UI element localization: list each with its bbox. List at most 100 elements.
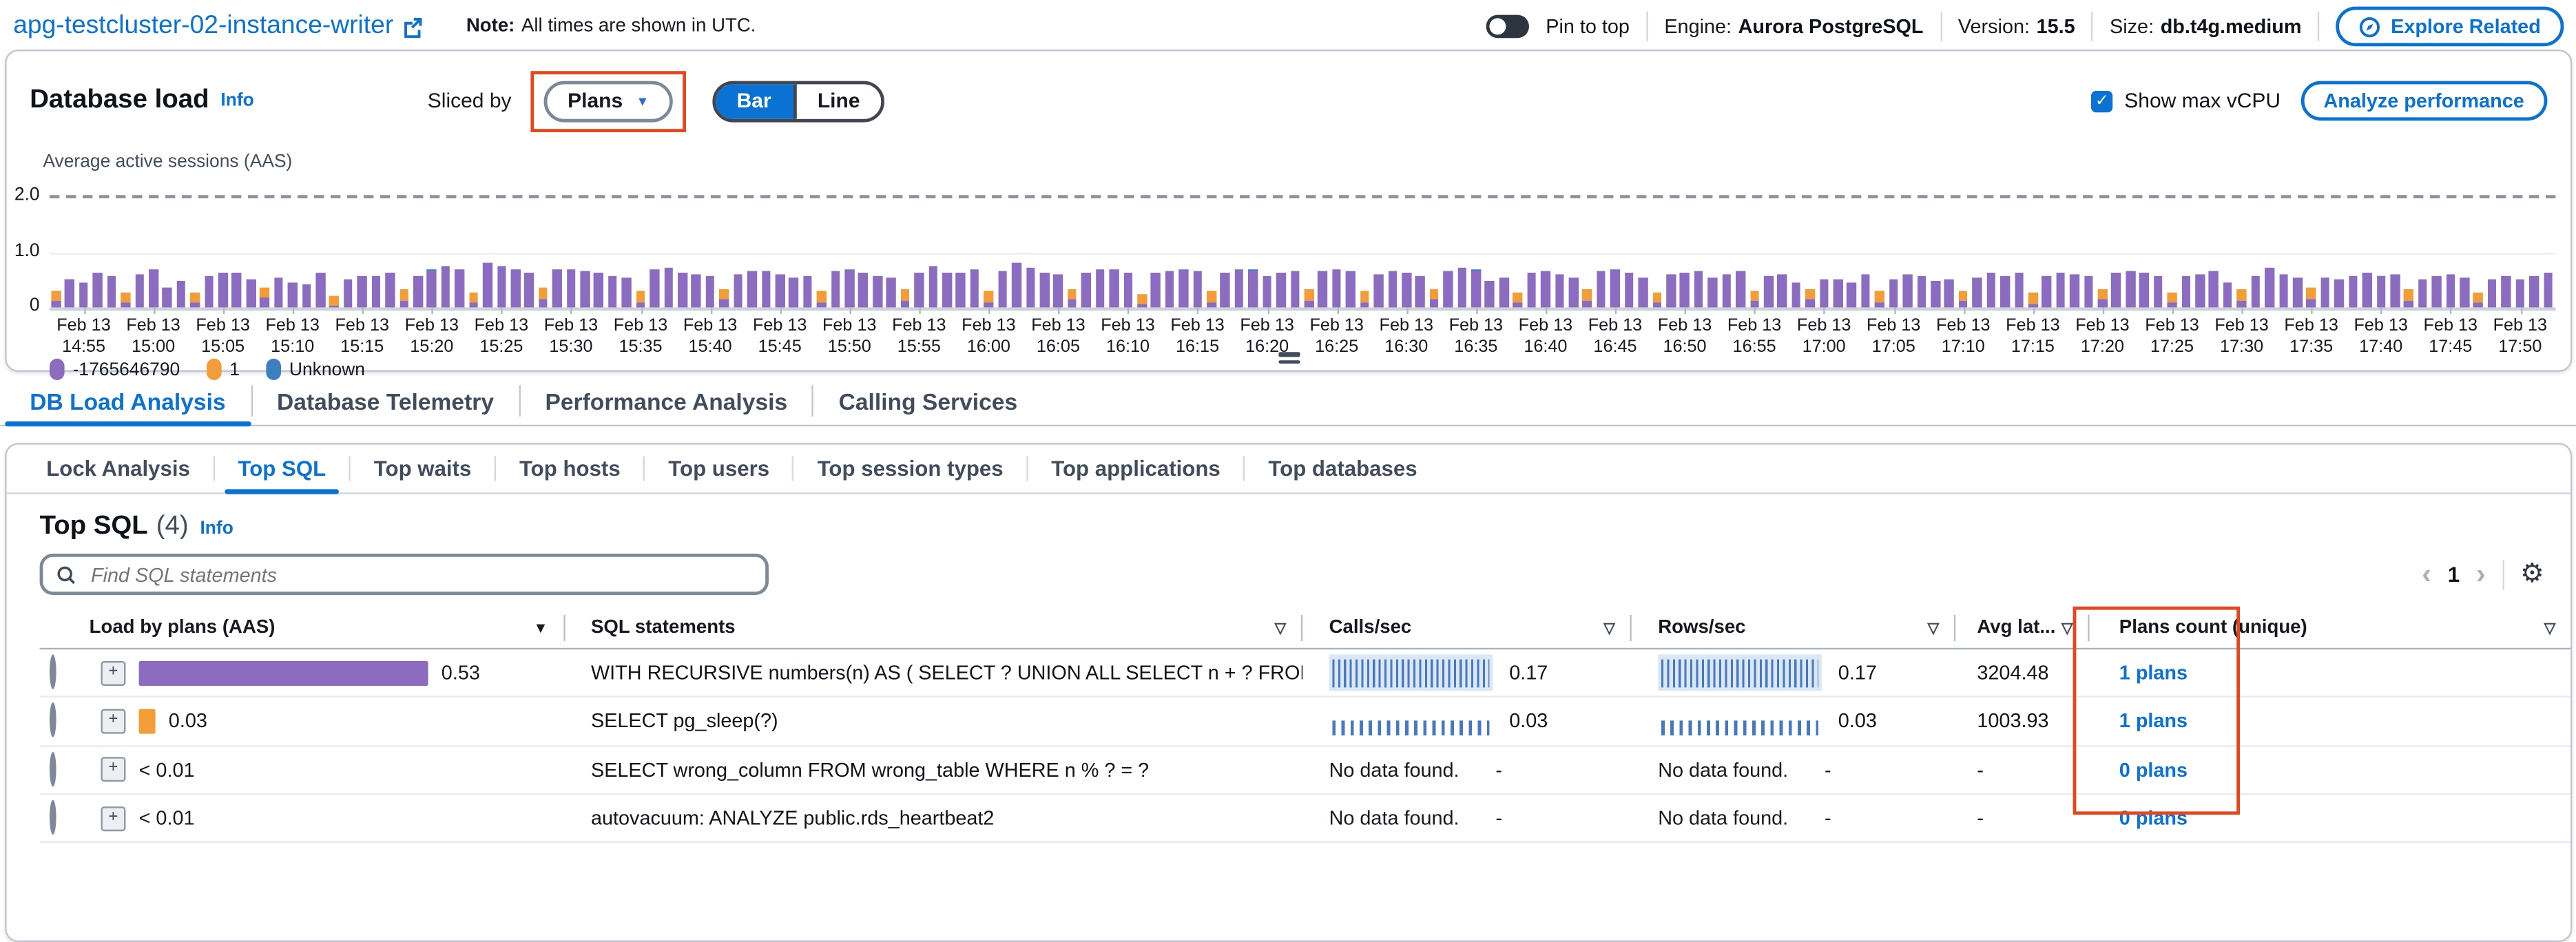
chart-bar[interactable] [2544, 273, 2553, 307]
chart-bar[interactable] [330, 295, 339, 308]
chart-bar[interactable] [998, 271, 1007, 307]
chart-bar[interactable] [288, 283, 297, 307]
chart-bar[interactable] [1068, 289, 1077, 307]
chart-bar[interactable] [608, 275, 617, 308]
chart-bar[interactable] [664, 268, 673, 308]
chart-bar[interactable] [1652, 293, 1661, 308]
chart-bar[interactable] [1123, 273, 1132, 308]
filter-icon[interactable]: ▽ [1928, 619, 1956, 637]
chart-bar[interactable] [1471, 269, 1480, 307]
chart-bar[interactable] [1903, 274, 1912, 307]
chart-bar[interactable] [1917, 275, 1926, 308]
chart-bar[interactable] [260, 288, 269, 307]
chart-bar[interactable] [135, 274, 144, 307]
chart-bar[interactable] [413, 275, 422, 308]
filter-icon[interactable]: ▽ [1603, 619, 1632, 637]
chart-bar[interactable] [1221, 272, 1229, 307]
chart-bar[interactable] [2098, 289, 2107, 307]
chart-bar[interactable] [65, 278, 74, 307]
chart-bar[interactable] [2084, 275, 2093, 308]
chart-bar[interactable] [942, 273, 951, 307]
chart-bar[interactable] [2293, 277, 2302, 307]
explore-related-button[interactable]: Explore Related [2336, 7, 2564, 47]
chart-bar[interactable] [2070, 274, 2079, 307]
sql-search-box[interactable] [40, 554, 769, 595]
chart-bar[interactable] [2376, 275, 2385, 308]
chart-bar[interactable] [2112, 273, 2121, 307]
col-calls-sec[interactable]: Calls/sec ▽ [1302, 608, 1632, 648]
chart-bar[interactable] [1527, 273, 1536, 308]
chart-bar[interactable] [107, 275, 116, 308]
chart-bar[interactable] [1610, 270, 1619, 308]
chart-bar[interactable] [734, 274, 742, 307]
subtab-top-hosts[interactable]: Top hosts [496, 445, 643, 493]
chart-bar[interactable] [1791, 282, 1800, 307]
chart-bar[interactable] [1081, 273, 1090, 307]
chart-bar[interactable] [1374, 274, 1383, 307]
row-radio-button[interactable] [50, 751, 56, 786]
chart-bar[interactable] [399, 289, 408, 308]
tab-calling-services[interactable]: Calling Services [814, 377, 1043, 425]
chart-bar[interactable] [622, 277, 631, 307]
chart-bar[interactable] [121, 292, 129, 308]
chart-bar[interactable] [525, 273, 534, 308]
chart-bar[interactable] [371, 276, 380, 308]
chart-bar[interactable] [2515, 279, 2524, 308]
chart-bar[interactable] [1276, 272, 1285, 307]
chart-bar[interactable] [1541, 271, 1550, 307]
subtab-top-sql[interactable]: Top SQL [215, 445, 349, 493]
chart-bar[interactable] [469, 292, 478, 308]
chart-bar[interactable] [315, 273, 324, 307]
chart-bar[interactable] [984, 291, 993, 307]
chart-bar[interactable] [79, 282, 88, 307]
chart-bar[interactable] [427, 270, 436, 308]
chart-bar[interactable] [720, 289, 729, 307]
col-plans-count[interactable]: Plans count (unique) ▽ [2090, 608, 2573, 648]
chart-bar[interactable] [1986, 273, 1995, 307]
next-page-icon[interactable]: › [2476, 561, 2486, 589]
col-sql-statements[interactable]: SQL statements ▽ [565, 608, 1303, 648]
sliced-by-dropdown[interactable]: Plans ▼ [545, 80, 672, 121]
chart-bar[interactable] [2126, 271, 2134, 307]
chart-bar[interactable] [274, 277, 283, 307]
chart-bar[interactable] [1235, 270, 1244, 308]
tab-performance-analysis[interactable]: Performance Analysis [520, 377, 812, 425]
expand-row-button[interactable]: + [101, 757, 125, 782]
col-rows-sec[interactable]: Rows/sec ▽ [1632, 608, 1955, 648]
chart-bar[interactable] [1151, 273, 1160, 307]
chart-bar[interactable] [1499, 277, 1508, 307]
chart-bar[interactable] [93, 273, 102, 307]
chart-bar[interactable] [650, 270, 659, 308]
chart-bar[interactable] [2251, 275, 2260, 308]
chart-bar[interactable] [678, 272, 687, 307]
plans-count-link[interactable]: 0 plans [2119, 806, 2188, 830]
chart-bar[interactable] [2168, 293, 2177, 308]
chart-bar[interactable] [1457, 268, 1466, 308]
chart-bar[interactable] [1764, 276, 1773, 307]
chart-bar[interactable] [246, 280, 255, 307]
chart-bar[interactable] [2432, 276, 2441, 307]
chart-bar[interactable] [1263, 275, 1271, 308]
chart-bar[interactable] [1095, 270, 1104, 308]
chart-bar[interactable] [302, 284, 311, 308]
chart-bar[interactable] [539, 288, 548, 307]
chart-bar[interactable] [2502, 276, 2511, 307]
chart-bar[interactable] [191, 292, 200, 308]
top-sql-info-link[interactable]: Info [200, 519, 233, 539]
chart-bar[interactable] [1624, 273, 1633, 307]
chart-bar[interactable] [386, 273, 395, 307]
chart-bar[interactable] [2000, 275, 2009, 308]
instance-title-link[interactable]: apg-testcluster-02-instance-writer [13, 12, 423, 41]
chart-bar[interactable] [1430, 289, 1439, 307]
row-radio-button[interactable] [50, 655, 56, 689]
chart-bar[interactable] [1054, 274, 1063, 307]
chart-bar[interactable] [2460, 278, 2469, 307]
subtab-lock-analysis[interactable]: Lock Analysis [23, 445, 214, 493]
chart-bar[interactable] [2237, 290, 2246, 308]
search-input[interactable] [87, 561, 752, 587]
chart-bar[interactable] [928, 266, 937, 307]
chart-bar[interactable] [1597, 271, 1606, 307]
chart-bar[interactable] [1819, 280, 1828, 307]
resize-handle-icon[interactable] [1278, 348, 1299, 366]
chart-bar[interactable] [2181, 276, 2190, 307]
